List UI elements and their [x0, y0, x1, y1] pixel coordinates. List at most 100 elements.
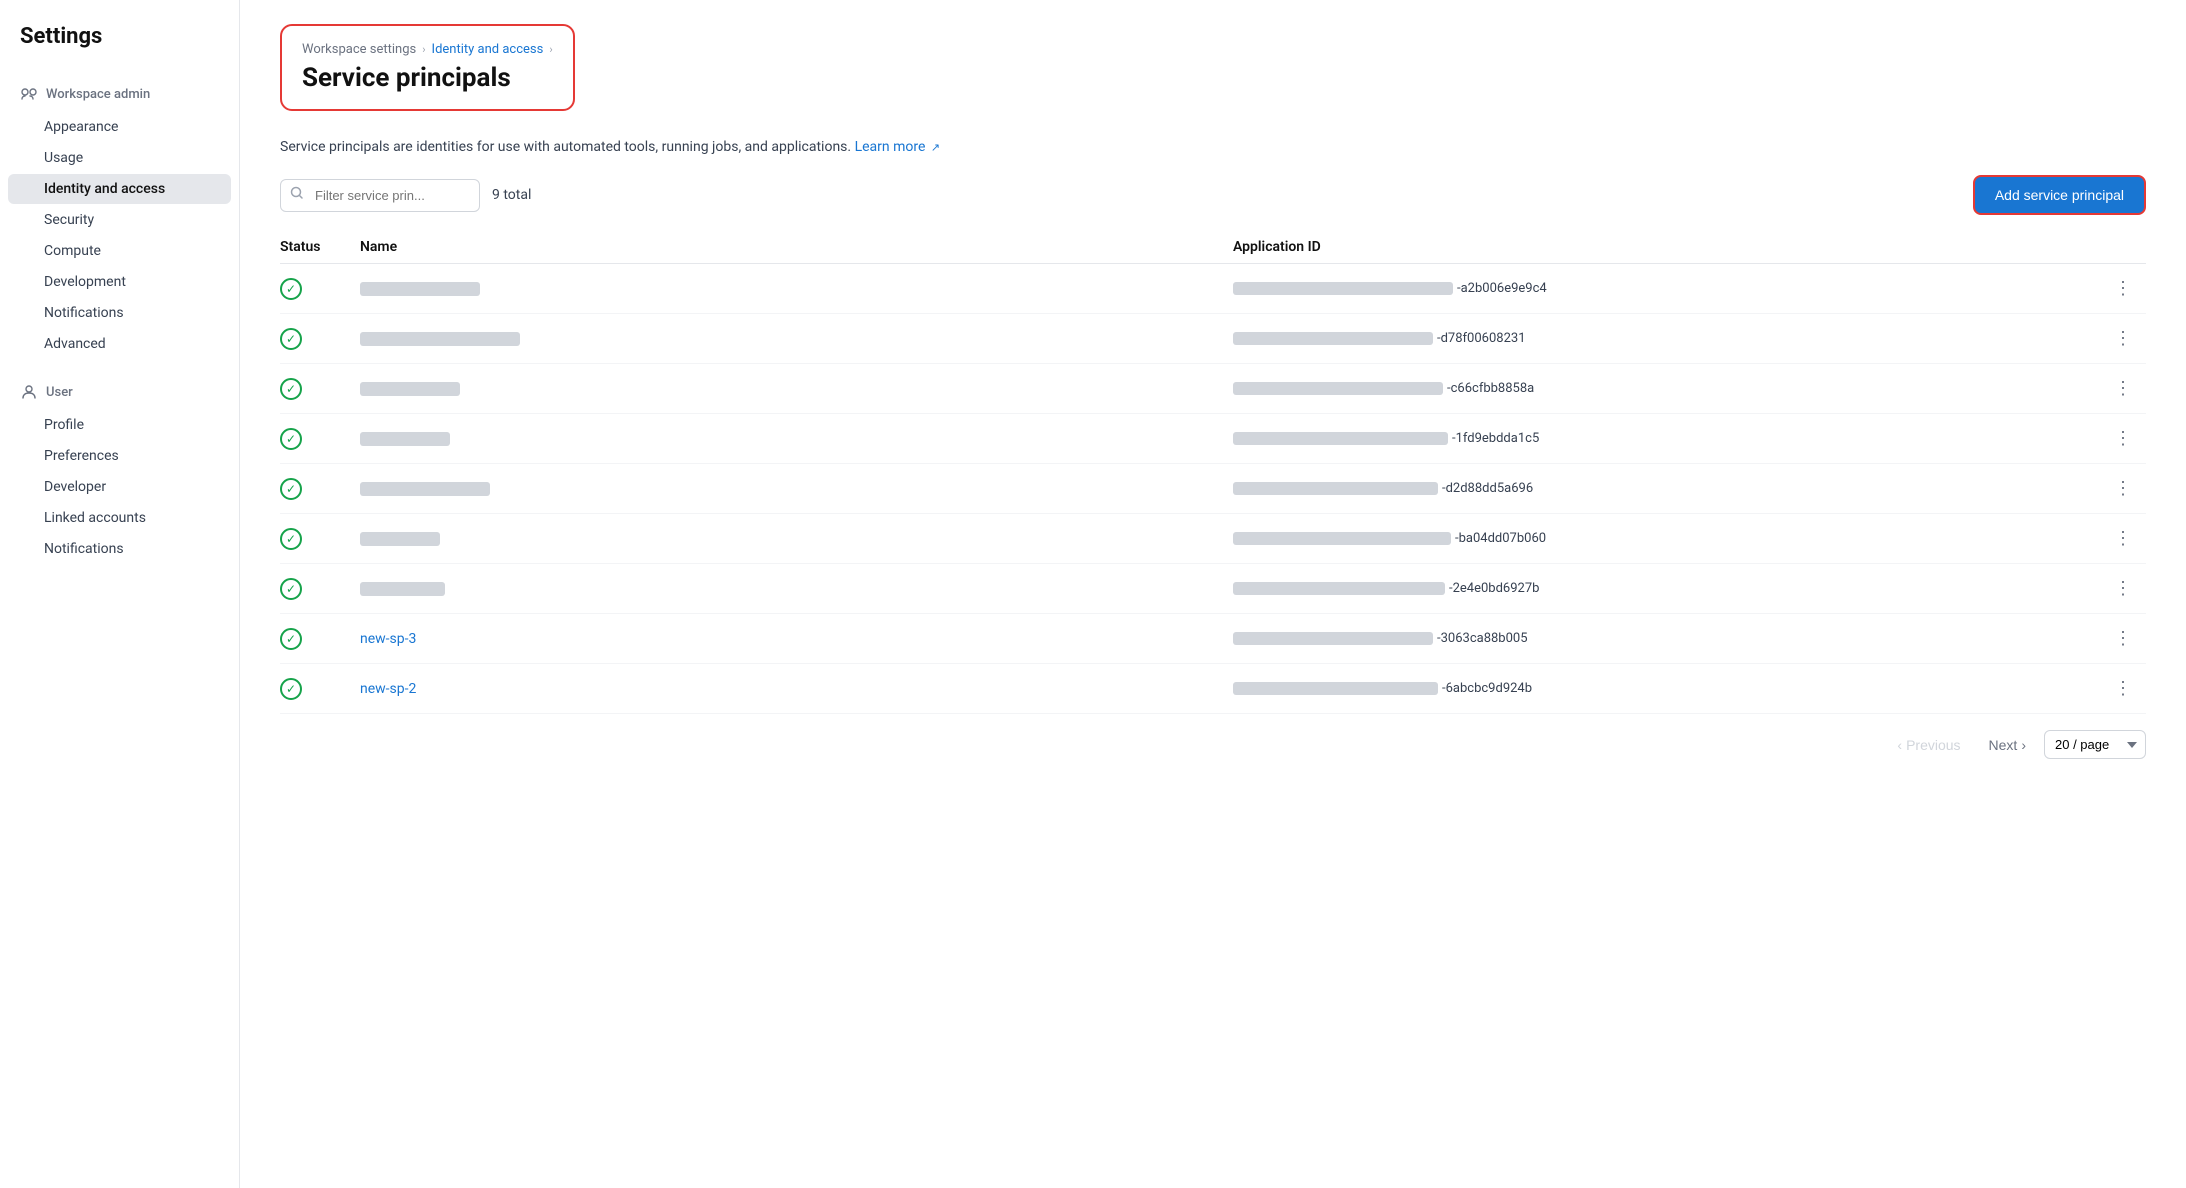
status-cell-0: ✓: [280, 278, 360, 300]
filter-input-wrap: [280, 179, 480, 212]
header-box: Workspace settings › Identity and access…: [280, 24, 575, 111]
sidebar-item-notifications[interactable]: Notifications: [8, 298, 231, 328]
sidebar-item-development[interactable]: Development: [8, 267, 231, 297]
name-blurred-1: [360, 332, 520, 346]
more-cell-7: ⋮: [2106, 624, 2146, 653]
active-status-icon: ✓: [280, 278, 302, 300]
appid-suffix-1: -d78f00608231: [1437, 331, 1526, 346]
appid-blurred-4: [1233, 482, 1438, 495]
appid-blurred-3: [1233, 432, 1448, 445]
active-status-icon: ✓: [280, 578, 302, 600]
toolbar: 9 total Add service principal: [280, 175, 2146, 215]
sidebar-item-security[interactable]: Security: [8, 205, 231, 235]
settings-title: Settings: [0, 24, 239, 69]
page-title: Service principals: [302, 63, 553, 93]
status-cell-7: ✓: [280, 628, 360, 650]
appid-suffix-2: -c66cfbb8858a: [1447, 381, 1534, 396]
external-link-icon: ↗: [931, 141, 940, 154]
workspace-admin-section: Workspace admin: [0, 77, 239, 111]
sidebar-item-identity-and-access[interactable]: Identity and access: [8, 174, 231, 204]
name-cell-7: new-sp-3: [360, 631, 1233, 647]
more-cell-2: ⋮: [2106, 374, 2146, 403]
name-cell-8: new-sp-2: [360, 681, 1233, 697]
sidebar-item-appearance[interactable]: Appearance: [8, 112, 231, 142]
appid-suffix-5: -ba04dd07b060: [1455, 531, 1546, 546]
sidebar-item-developer[interactable]: Developer: [8, 472, 231, 502]
name-cell-3: [360, 432, 1233, 446]
filter-input[interactable]: [280, 179, 480, 212]
appid-cell-2: -c66cfbb8858a: [1233, 381, 2106, 396]
page-size-select[interactable]: 20 / page 50 / page 100 / page: [2044, 730, 2146, 759]
name-blurred-3: [360, 432, 450, 446]
status-cell-3: ✓: [280, 428, 360, 450]
name-cell-0: [360, 282, 1233, 296]
table-row: ✓ new-sp-3 -3063ca88b005⋮: [280, 614, 2146, 664]
next-button[interactable]: Next ›: [1979, 731, 2036, 759]
more-cell-5: ⋮: [2106, 524, 2146, 553]
table-body: ✓ -a2b006e9e9c4 ⋮ ✓ -d78f00608231 ⋮ ✓ -c66cfbb8…: [280, 264, 2146, 714]
appid-cell-1: -d78f00608231: [1233, 331, 2106, 346]
toolbar-left: 9 total: [280, 179, 531, 212]
appid-suffix-8: -6abcbc9d924b: [1442, 681, 1532, 696]
sidebar-item-profile[interactable]: Profile: [8, 410, 231, 440]
status-cell-5: ✓: [280, 528, 360, 550]
user-section-icon: [20, 383, 38, 401]
name-blurred-0: [360, 282, 480, 296]
appid-cell-7: -3063ca88b005: [1233, 631, 2106, 646]
more-button-0[interactable]: ⋮: [2106, 274, 2140, 303]
more-button-8[interactable]: ⋮: [2106, 674, 2140, 703]
breadcrumb-identity[interactable]: Identity and access: [432, 42, 544, 57]
name-cell-4: [360, 482, 1233, 496]
pagination: ‹ Previous Next › 20 / page 50 / page 10…: [280, 730, 2146, 759]
sp-name-link-7[interactable]: new-sp-3: [360, 631, 416, 647]
more-cell-6: ⋮: [2106, 574, 2146, 603]
appid-blurred-2: [1233, 382, 1443, 395]
user-items: ProfilePreferencesDeveloperLinked accoun…: [0, 410, 239, 564]
col-appid: Application ID: [1233, 239, 2106, 255]
search-icon: [290, 186, 304, 204]
col-actions: [2106, 239, 2146, 255]
active-status-icon: ✓: [280, 678, 302, 700]
table-row: ✓ -a2b006e9e9c4 ⋮: [280, 264, 2146, 314]
appid-blurred-5: [1233, 532, 1451, 545]
active-status-icon: ✓: [280, 628, 302, 650]
more-button-4[interactable]: ⋮: [2106, 474, 2140, 503]
table-row: ✓ -ba04dd07b060 ⋮: [280, 514, 2146, 564]
more-button-2[interactable]: ⋮: [2106, 374, 2140, 403]
sp-name-link-8[interactable]: new-sp-2: [360, 681, 416, 697]
previous-button[interactable]: ‹ Previous: [1887, 731, 1970, 759]
more-button-6[interactable]: ⋮: [2106, 574, 2140, 603]
sidebar-item-user-notifications[interactable]: Notifications: [8, 534, 231, 564]
name-blurred-6: [360, 582, 445, 596]
table-header: Status Name Application ID: [280, 231, 2146, 264]
col-name: Name: [360, 239, 1233, 255]
more-cell-3: ⋮: [2106, 424, 2146, 453]
sidebar-item-advanced[interactable]: Advanced: [8, 329, 231, 359]
status-cell-4: ✓: [280, 478, 360, 500]
more-cell-0: ⋮: [2106, 274, 2146, 303]
breadcrumb-workspace[interactable]: Workspace settings: [302, 42, 416, 57]
more-button-3[interactable]: ⋮: [2106, 424, 2140, 453]
more-button-1[interactable]: ⋮: [2106, 324, 2140, 353]
name-blurred-4: [360, 482, 490, 496]
more-button-5[interactable]: ⋮: [2106, 524, 2140, 553]
appid-blurred-7: [1233, 632, 1433, 645]
sidebar-item-usage[interactable]: Usage: [8, 143, 231, 173]
name-cell-2: [360, 382, 1233, 396]
appid-blurred-6: [1233, 582, 1445, 595]
sidebar-item-preferences[interactable]: Preferences: [8, 441, 231, 471]
active-status-icon: ✓: [280, 478, 302, 500]
sidebar-item-compute[interactable]: Compute: [8, 236, 231, 266]
learn-more-link[interactable]: Learn more ↗: [855, 139, 941, 155]
add-service-principal-button[interactable]: Add service principal: [1973, 175, 2146, 215]
sidebar-item-linked-accounts[interactable]: Linked accounts: [8, 503, 231, 533]
appid-suffix-4: -d2d88dd5a696: [1442, 481, 1533, 496]
more-button-7[interactable]: ⋮: [2106, 624, 2140, 653]
table-row: ✓ -d2d88dd5a696 ⋮: [280, 464, 2146, 514]
main-content: Workspace settings › Identity and access…: [240, 0, 2186, 1188]
table-row: ✓-d78f00608231⋮: [280, 314, 2146, 364]
workspace-admin-items: AppearanceUsageIdentity and accessSecuri…: [0, 112, 239, 359]
appid-cell-6: -2e4e0bd6927b: [1233, 581, 2106, 596]
appid-suffix-0: -a2b006e9e9c4: [1457, 281, 1547, 296]
description: Service principals are identities for us…: [280, 139, 2146, 155]
